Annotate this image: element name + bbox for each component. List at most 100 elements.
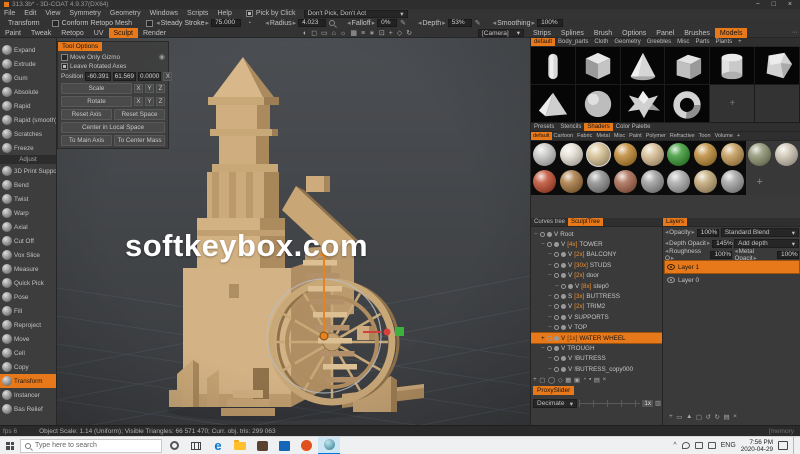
decimate-slider[interactable] (579, 400, 641, 407)
tool-options-tab[interactable]: Tool Options (58, 42, 103, 51)
tree-item-supports[interactable]: − V SUPPORTS (531, 312, 662, 322)
tree-item-trim2[interactable]: − V [2x] TRIM2 (531, 302, 662, 312)
reset-axis-button[interactable]: Reset Axis (61, 109, 112, 120)
tree-item-buttress[interactable]: − S [3x] BUTTRESS (531, 291, 662, 301)
metal-opacity-label[interactable]: Metal Opacit (734, 248, 775, 262)
shader-swatch[interactable] (557, 168, 585, 195)
shader-cat-item[interactable]: + (735, 132, 742, 140)
delete-icon[interactable]: × (602, 376, 606, 384)
model-empty-slot[interactable] (755, 85, 800, 123)
tree-item-water-wheel[interactable]: + V [1x] WATER WHEEL (531, 331, 662, 345)
undo-icon[interactable]: ↺ (706, 413, 711, 421)
shaders-tab-presets[interactable]: Presets (531, 123, 557, 131)
decimate-value[interactable]: 1x (642, 400, 654, 407)
blend-mode-dropdown[interactable]: Standard Blend ▾ (720, 228, 799, 237)
tree-item-butress[interactable]: − V !BUTRESS (531, 354, 662, 364)
depth-label[interactable]: Depth (418, 19, 446, 27)
tool-extrude[interactable]: Extrude (0, 57, 56, 71)
shader-swatch[interactable] (638, 168, 666, 195)
rotate-z-button[interactable]: Z (156, 97, 165, 106)
radius-value[interactable]: 4.023 (298, 19, 327, 27)
shader-cat-cartoon[interactable]: Cartoon (552, 132, 576, 140)
add-layer-icon[interactable]: + (669, 413, 673, 421)
tree-tab-sculpttree[interactable]: SculptTree (568, 218, 603, 226)
tool-copy[interactable]: Copy (0, 360, 56, 374)
models-tab-plants[interactable]: Plants (712, 38, 735, 46)
steady-stroke-checkbox[interactable] (146, 19, 154, 27)
visibility-icon[interactable] (547, 242, 552, 248)
folder-icon[interactable]: ▭ (676, 413, 682, 421)
tree-item-butress-copy000[interactable]: − V !BUTRESS_copy000 (531, 364, 662, 374)
expander-icon[interactable]: − (548, 314, 552, 321)
redo-icon[interactable]: ↻ (715, 413, 720, 421)
models-tab-default[interactable]: default (531, 38, 556, 46)
models-tab-body-parts[interactable]: Body_parts (555, 38, 591, 46)
tab-tweak[interactable]: Tweak (26, 28, 56, 38)
shader-dot-icon[interactable] (561, 314, 566, 320)
conform-retopo-checkbox[interactable] (51, 19, 59, 27)
position-axis-button[interactable]: X (163, 72, 173, 81)
shader-cat-paint[interactable]: Paint (627, 132, 644, 140)
rotate-view-icon[interactable]: ↻ (406, 29, 412, 37)
cube-icon[interactable]: ▢ (539, 376, 545, 384)
visibility-icon[interactable] (554, 356, 559, 362)
tree-item-door[interactable]: − V [2x] door (531, 271, 662, 281)
visibility-icon[interactable] (547, 335, 552, 341)
visibility-icon[interactable] (554, 262, 559, 268)
tool-warp[interactable]: Warp (0, 206, 56, 220)
shader-dot-icon[interactable] (547, 231, 552, 237)
metal-opacity-value[interactable]: 100% (777, 250, 799, 259)
tree-tab-curves-tree[interactable]: Curves tree (531, 218, 568, 226)
radius-label[interactable]: Radius (265, 19, 296, 27)
expander-icon[interactable]: − (548, 355, 552, 362)
model-torus[interactable] (665, 85, 711, 123)
model-pyramid[interactable] (531, 85, 576, 123)
start-button[interactable] (0, 437, 20, 454)
tool-rapid[interactable]: Rapid (0, 99, 56, 113)
app-button-1[interactable] (252, 437, 272, 454)
scale-x-button[interactable]: X (134, 84, 143, 93)
task-view-button[interactable] (186, 437, 206, 454)
menu-windows[interactable]: Windows (150, 10, 178, 17)
taskbar-search-input[interactable]: Type here to search (20, 438, 162, 453)
add-view-icon[interactable]: + (389, 30, 393, 37)
proxy-slider-tab[interactable]: ProxySlider (533, 386, 575, 395)
menu-symmetry[interactable]: Symmetry (69, 10, 101, 17)
model-empty-slot[interactable]: + (710, 85, 756, 123)
visibility-icon[interactable] (561, 283, 566, 289)
falloff-value[interactable]: 0% (377, 19, 398, 27)
minimize-button[interactable]: − (756, 1, 760, 8)
decimate-dropdown[interactable]: Decimate ▾ (533, 399, 577, 408)
expander-icon[interactable]: − (548, 272, 552, 279)
pick-mode-dropdown[interactable]: Don't Pick, Don't Act ▾ (303, 9, 408, 18)
frame-icon[interactable]: ⊡ (379, 29, 385, 37)
shader-cat-misc[interactable]: Misc (612, 132, 627, 140)
shader-swatch[interactable] (746, 141, 774, 168)
layer-opacity-label[interactable]: Opacity (665, 229, 695, 236)
dock-tab-brushes[interactable]: Brushes (679, 28, 715, 38)
depth-opacity-value[interactable]: 145% (712, 239, 733, 248)
rotate-button[interactable]: Rotate (61, 96, 132, 107)
tool-3d-print-supports[interactable]: 3D Print Supports (0, 164, 56, 178)
shader-dot-icon[interactable] (561, 325, 566, 331)
models-tab-geometry[interactable]: Geometry (611, 38, 643, 46)
tool-scratches[interactable]: Scratches (0, 127, 56, 141)
menu-scripts[interactable]: Scripts (187, 10, 208, 17)
shader-dot-icon[interactable] (561, 304, 566, 310)
shader-cat-volume[interactable]: Volume (713, 132, 735, 140)
expander-icon[interactable]: − (548, 303, 552, 310)
models-tab-item[interactable]: + (735, 38, 745, 46)
shader-swatch[interactable] (665, 141, 693, 168)
shader-swatch[interactable] (557, 141, 585, 168)
models-tab-misc[interactable]: Misc (674, 38, 692, 46)
tab-paint[interactable]: Paint (0, 28, 26, 38)
expander-icon[interactable]: + (541, 335, 545, 342)
add-model-icon[interactable]: + (729, 98, 735, 109)
visibility-icon[interactable] (554, 273, 559, 279)
shader-swatch[interactable] (584, 168, 612, 195)
file-explorer-button[interactable] (230, 437, 250, 454)
tree-item-studs[interactable]: − V [30x] STUDS (531, 260, 662, 270)
sphere-icon[interactable]: ◯ (548, 376, 555, 384)
shader-dot-icon[interactable] (561, 366, 566, 372)
menu-view[interactable]: View (45, 10, 60, 17)
